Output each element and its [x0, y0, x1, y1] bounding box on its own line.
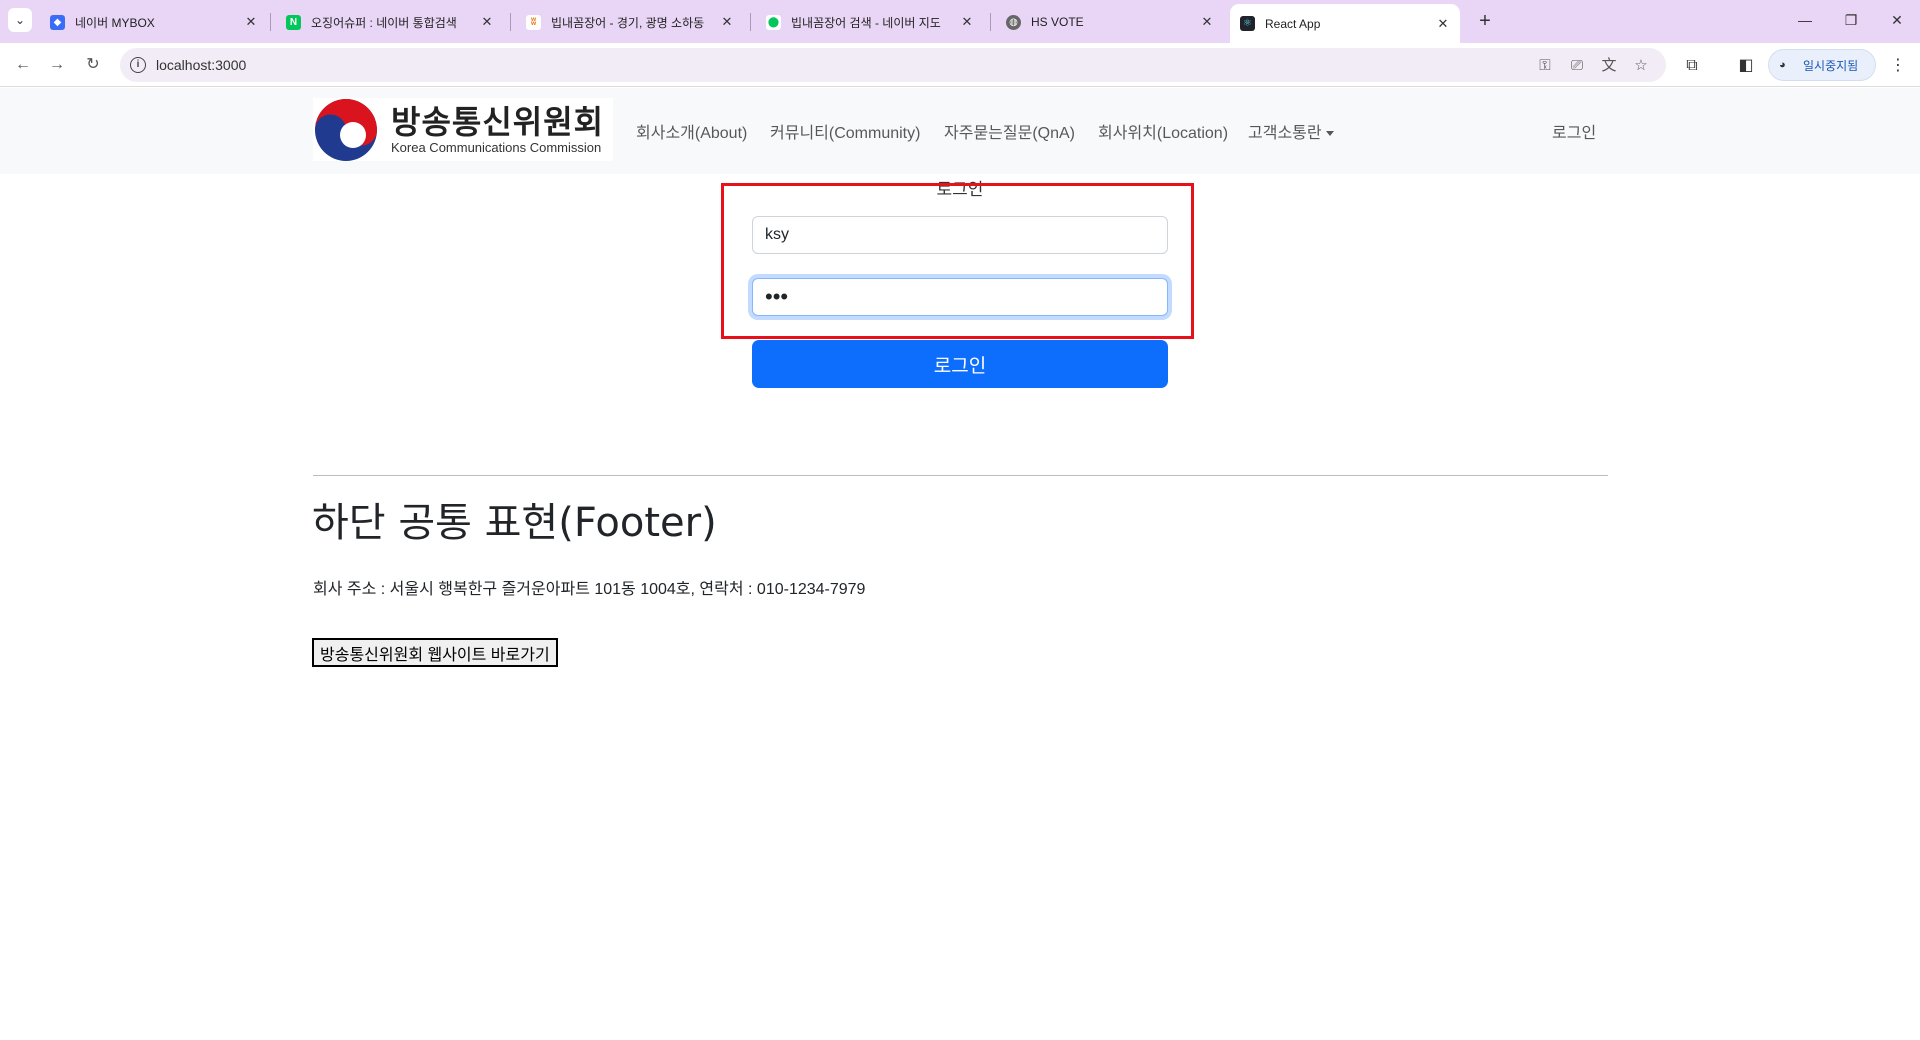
nav-link-qna[interactable]: 자주묻는질문(QnA) [944, 119, 1075, 143]
tab-title: 빕내꼼장어 검색 - 네이버 지도 [791, 15, 941, 30]
caret-down-icon [1325, 131, 1334, 137]
tab-title: React App [1265, 16, 1321, 31]
tab-divider [270, 13, 271, 31]
taegeuk-emblem-icon [315, 98, 377, 161]
site-info-icon[interactable]: i [130, 57, 146, 73]
address-bar[interactable]: i localhost:3000 ⚿ ⎚ 文 ☆ [120, 48, 1666, 82]
browser-tab[interactable]: ʬ 빕내꼼장어 - 경기, 광명 소하동 ✕ [516, 5, 744, 39]
naver-icon: N [286, 14, 301, 30]
close-icon[interactable]: ✕ [718, 13, 736, 31]
browser-tab[interactable]: ◍ HS VOTE ✕ [996, 5, 1224, 39]
browser-tab[interactable]: ◆ 네이버 MYBOX ✕ [40, 5, 268, 39]
restore-icon[interactable]: ❐ [1836, 8, 1866, 32]
footer-divider [313, 475, 1608, 476]
browser-tab-active[interactable]: ⚛ React App ✕ [1230, 4, 1460, 43]
window-close-icon[interactable]: ✕ [1882, 8, 1912, 32]
close-icon[interactable]: ✕ [1198, 13, 1216, 31]
nav-link-location[interactable]: 회사위치(Location) [1098, 119, 1228, 143]
incognito-profile-icon: ◕ [1779, 59, 1786, 71]
tab-divider [510, 13, 511, 31]
forward-arrow-icon[interactable]: → [44, 52, 70, 78]
tab-title: HS VOTE [1031, 15, 1084, 29]
browser-toolbar: ← → ↻ i localhost:3000 ⚿ ⎚ 文 ☆ ⧉ ◧ ◕ 일시중… [0, 43, 1920, 87]
tab-title: 오징어슈퍼 : 네이버 통합검색 [311, 15, 457, 30]
kcc-website-button[interactable]: 방송통신위원회 웹사이트 바로가기 [312, 638, 558, 667]
restaurant-icon: ʬ [526, 14, 541, 30]
close-icon[interactable]: ✕ [242, 13, 260, 31]
profile-status-label: 일시중지됨 [1803, 58, 1859, 73]
naver-map-icon: ⬤ [766, 14, 781, 30]
tab-title: 네이버 MYBOX [75, 15, 155, 30]
tab-search-chevron-icon[interactable]: ⌄ [8, 8, 32, 32]
reload-icon[interactable]: ↻ [80, 52, 106, 78]
react-icon: ⚛ [1240, 16, 1255, 31]
logo-english-text: Korea Communications Commission [391, 139, 602, 155]
install-app-icon[interactable]: ⎚ [1568, 57, 1586, 75]
tab-divider [990, 13, 991, 31]
globe-icon: ◍ [1006, 14, 1021, 30]
url-text[interactable]: localhost:3000 [156, 57, 246, 73]
close-icon[interactable]: ✕ [1434, 15, 1452, 33]
minimize-icon[interactable]: — [1790, 8, 1820, 32]
close-icon[interactable]: ✕ [958, 13, 976, 31]
footer-title: 하단 공통 표현(Footer) [312, 500, 717, 546]
tab-title: 빕내꼼장어 - 경기, 광명 소하동 [551, 15, 705, 30]
browser-tab-bar: ⌄ ◆ 네이버 MYBOX ✕ N 오징어슈퍼 : 네이버 통합검색 ✕ ʬ 빕… [0, 0, 1920, 43]
login-submit-button[interactable]: 로그인 [752, 340, 1168, 388]
nav-dropdown-customer[interactable]: 고객소통란 [1248, 119, 1334, 143]
nav-login-link[interactable]: 로그인 [1552, 119, 1596, 143]
logo-korean-text: 방송통신위원회 [391, 102, 605, 141]
highlight-annotation-box [721, 183, 1194, 339]
mybox-icon: ◆ [50, 14, 65, 30]
profile-button[interactable]: ◕ 일시중지됨 [1768, 49, 1876, 81]
tab-divider [750, 13, 751, 31]
brand-logo[interactable]: 방송통신위원회 Korea Communications Commission [313, 98, 613, 161]
nav-dropdown-label: 고객소통란 [1248, 125, 1322, 142]
back-arrow-icon[interactable]: ← [10, 52, 36, 78]
close-icon[interactable]: ✕ [478, 13, 496, 31]
nav-link-community[interactable]: 커뮤니티(Community) [770, 119, 920, 143]
nav-link-about[interactable]: 회사소개(About) [636, 119, 747, 143]
bookmark-star-icon[interactable]: ☆ [1632, 57, 1650, 75]
new-tab-plus-icon[interactable]: + [1472, 9, 1498, 35]
footer-address: 회사 주소 : 서울시 행복한구 즐거운아파트 101동 1004호, 연락처 … [313, 581, 866, 598]
site-navbar: 방송통신위원회 Korea Communications Commission … [0, 88, 1920, 174]
password-key-icon[interactable]: ⚿ [1536, 57, 1554, 75]
more-menu-icon[interactable]: ⋮ [1888, 56, 1908, 76]
side-panel-icon[interactable]: ◧ [1736, 56, 1756, 76]
extensions-puzzle-icon[interactable]: ⧉ [1682, 56, 1702, 76]
browser-tab[interactable]: N 오징어슈퍼 : 네이버 통합검색 ✕ [276, 5, 504, 39]
translate-icon[interactable]: 文 [1600, 57, 1618, 75]
browser-tab[interactable]: ⬤ 빕내꼼장어 검색 - 네이버 지도 ✕ [756, 5, 984, 39]
